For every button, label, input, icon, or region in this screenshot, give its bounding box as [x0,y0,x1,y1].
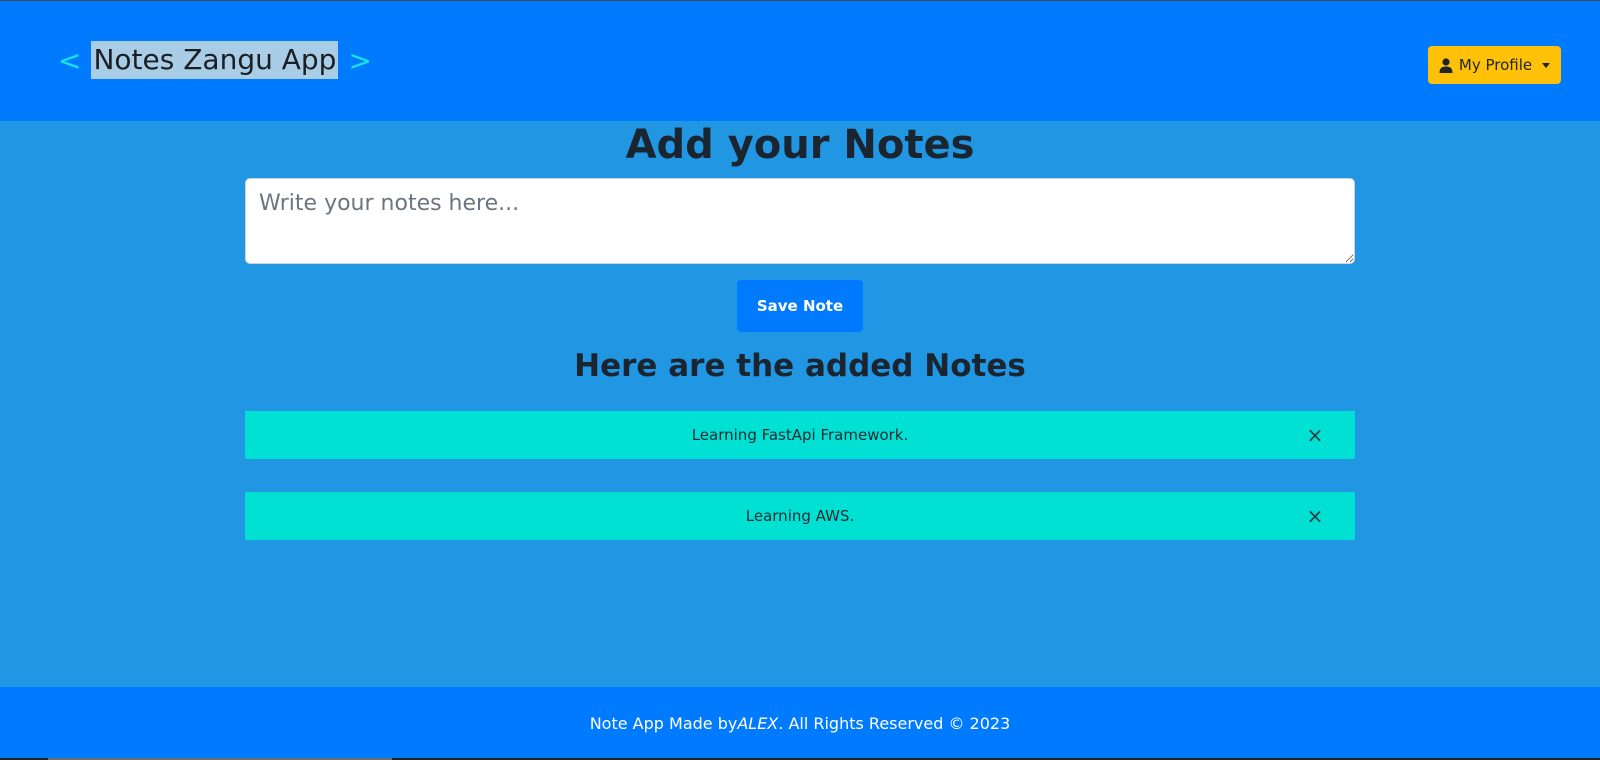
note-text: Learning FastApi Framework. [691,426,909,444]
footer-suffix: . All Rights Reserved © 2023 [778,714,1011,733]
added-notes-heading: Here are the added Notes [574,348,1026,384]
close-icon[interactable]: × [1305,506,1325,526]
close-icon[interactable]: × [1305,425,1325,445]
my-profile-label: My Profile [1458,56,1533,74]
footer-prefix: Note App Made by [589,714,738,733]
footer-author: ALEX [737,714,779,733]
save-note-button[interactable]: Save Note [737,280,863,332]
brand[interactable]: < Notes Zangu App > [58,41,372,79]
app-header: < Notes Zangu App > My Profile [0,1,1600,121]
add-notes-heading: Add your Notes [625,122,975,168]
footer: Note App Made by ALEX . All Rights Reser… [0,687,1600,760]
app-title: Notes Zangu App [91,41,339,79]
note-item: Learning AWS. × [245,492,1355,540]
note-text: Learning AWS. [745,507,855,525]
user-icon [1439,57,1453,73]
brand-open-bracket: < [58,43,82,77]
note-input[interactable] [245,178,1355,264]
caret-down-icon [1542,62,1551,68]
my-profile-dropdown[interactable]: My Profile [1428,46,1561,84]
brand-close-bracket: > [348,43,372,77]
note-item: Learning FastApi Framework. × [245,411,1355,459]
